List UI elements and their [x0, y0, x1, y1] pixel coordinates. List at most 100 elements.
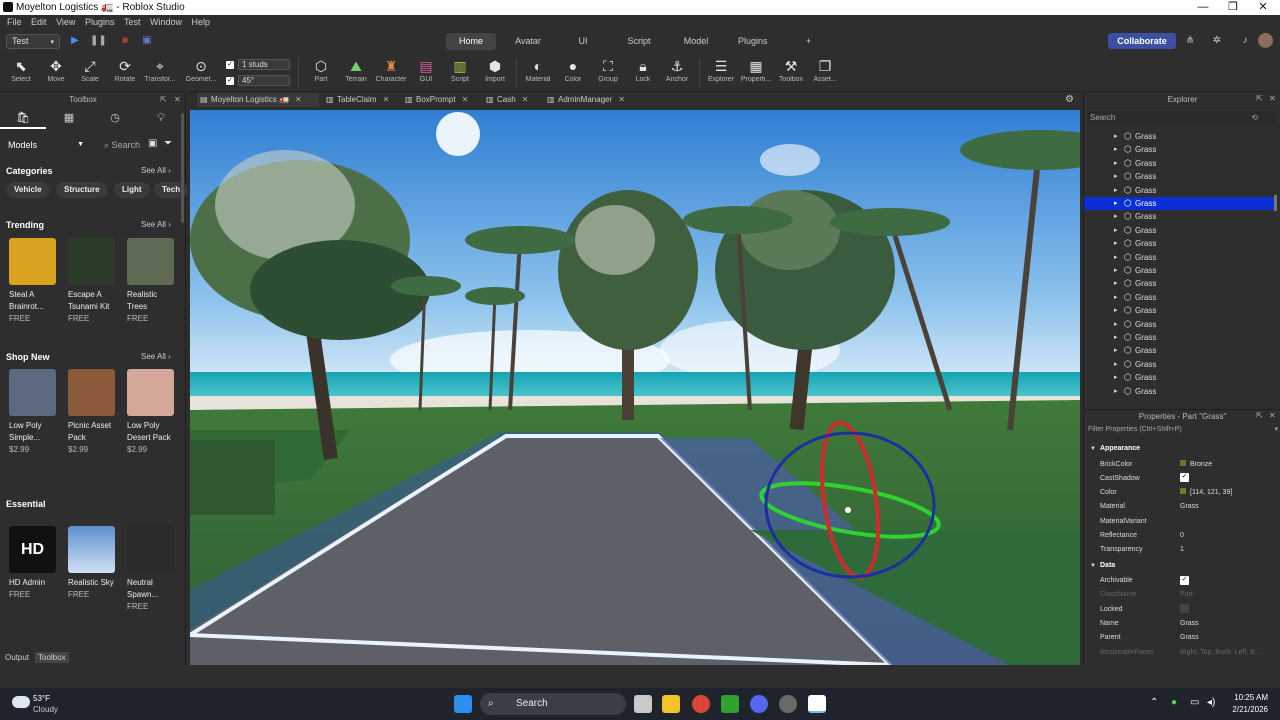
- property-row[interactable]: Parent Grass: [1084, 631, 1274, 645]
- weather-temp[interactable]: 53°F: [33, 694, 50, 703]
- viewport-settings-icon[interactable]: ⚙: [1065, 94, 1074, 105]
- asset-card[interactable]: Realistic Sky FREE: [68, 526, 120, 600]
- popout-icon[interactable]: ⇱: [1256, 94, 1263, 103]
- explorer-tool[interactable]: ☰ Explorer: [704, 56, 738, 90]
- group-tool[interactable]: ⛶ Group: [591, 56, 625, 90]
- inventory-tab-icon[interactable]: ▦: [46, 107, 92, 129]
- menu-file[interactable]: File: [7, 15, 22, 29]
- 3d-viewport[interactable]: [190, 110, 1080, 665]
- property-row[interactable]: Transparency 1: [1084, 543, 1274, 557]
- part-tool[interactable]: ⬡ Part: [304, 56, 338, 90]
- stop-icon[interactable]: ■: [118, 33, 132, 48]
- transform-tool[interactable]: ⌖ Transfor...: [143, 56, 177, 90]
- explorer-item[interactable]: ▸ ⬡ Grass: [1084, 371, 1274, 384]
- assistant-icon[interactable]: ✲: [1210, 33, 1224, 48]
- asset-card[interactable]: Low Poly Desert Pack $2.99: [127, 369, 179, 455]
- discord-icon[interactable]: [750, 695, 768, 713]
- chip-structure[interactable]: Structure: [56, 182, 108, 198]
- chevron-right-icon[interactable]: ▸: [1114, 385, 1118, 398]
- menu-window[interactable]: Window: [150, 15, 182, 29]
- history-icon[interactable]: ⟲: [1251, 111, 1258, 125]
- character-tool[interactable]: ♜ Character: [374, 56, 408, 90]
- chrome-icon[interactable]: [692, 695, 710, 713]
- property-row[interactable]: ClassName Part: [1084, 588, 1274, 602]
- close-icon[interactable]: ✕: [383, 95, 390, 104]
- property-checkbox[interactable]: [1180, 604, 1189, 614]
- explorer-item[interactable]: ▸ ⬡ Grass: [1084, 130, 1274, 143]
- tab-ui[interactable]: UI: [568, 33, 598, 50]
- add-tab-button[interactable]: +: [798, 33, 818, 50]
- toolbox-bottom-tab[interactable]: Toolbox: [35, 652, 69, 663]
- play-icon[interactable]: ▶: [68, 33, 82, 48]
- close-icon[interactable]: ✕: [522, 95, 529, 104]
- chip-vehicle[interactable]: Vehicle: [6, 182, 50, 198]
- asset-card[interactable]: Escape A Tsunami Kit FREE: [68, 238, 120, 324]
- doc-tab-cash[interactable]: ▥ Cash ✕: [483, 93, 528, 107]
- explorer-item[interactable]: ▸ ⬡ Grass: [1084, 237, 1274, 250]
- chevron-right-icon[interactable]: ▸: [1114, 318, 1118, 331]
- scale-tool[interactable]: ⤢ Scale: [73, 56, 107, 90]
- rotate-snap-checkbox[interactable]: ✓: [226, 76, 234, 85]
- close-icon[interactable]: ✕: [1269, 411, 1276, 420]
- creations-tab-icon[interactable]: 💡︎: [138, 107, 184, 129]
- output-tab[interactable]: Output: [5, 653, 29, 662]
- asset-card[interactable]: HD HD Admin FREE: [9, 526, 61, 600]
- chevron-right-icon[interactable]: ▸: [1114, 170, 1118, 183]
- explorer-item[interactable]: ▸ ⬡ Grass: [1084, 358, 1274, 371]
- toolbox-search[interactable]: ⌕ Search: [104, 138, 148, 152]
- property-checkbox[interactable]: ✓: [1180, 473, 1189, 483]
- clock-time[interactable]: 10:25 AM: [1230, 693, 1268, 702]
- move-tool[interactable]: ✥ Move: [39, 56, 73, 90]
- property-row[interactable]: BrickColor Bronze: [1084, 458, 1274, 472]
- taskbar-search[interactable]: ⌕ Search: [480, 693, 626, 715]
- property-row[interactable]: ResizeableFaces Right, Top, Back, Left, B…: [1084, 646, 1274, 660]
- menu-help[interactable]: Help: [192, 15, 211, 29]
- doc-tab-place[interactable]: ▤ Moyelton Logistics 🚛 ✕: [197, 93, 319, 107]
- property-row[interactable]: MaterialVariant: [1084, 515, 1274, 529]
- chevron-right-icon[interactable]: ▸: [1114, 210, 1118, 223]
- chevron-right-icon[interactable]: ▸: [1114, 264, 1118, 277]
- screen-icon[interactable]: ▣: [140, 33, 154, 48]
- close-icon[interactable]: ✕: [462, 95, 469, 104]
- explorer-item[interactable]: ▸ ⬡ Grass: [1084, 318, 1274, 331]
- chevron-right-icon[interactable]: ▸: [1114, 277, 1118, 290]
- chevron-right-icon[interactable]: ▸: [1114, 344, 1118, 357]
- roblox-studio-icon[interactable]: [808, 695, 826, 713]
- clock-date[interactable]: 2/21/2026: [1230, 705, 1268, 714]
- import-tool[interactable]: ⬢ Import: [478, 56, 512, 90]
- doc-tab-boxprompt[interactable]: ▥ BoxPrompt ✕: [402, 93, 468, 107]
- chevron-right-icon[interactable]: ▸: [1114, 143, 1118, 156]
- category-select[interactable]: Models ▼: [8, 138, 84, 152]
- asset-card[interactable]: Low Poly Simple... $2.99: [9, 369, 61, 455]
- tab-script[interactable]: Script: [618, 33, 660, 50]
- explorer-item[interactable]: ▸ ⬡ Grass: [1084, 210, 1274, 223]
- explorer-scrollbar[interactable]: [1274, 195, 1277, 211]
- microphone-icon[interactable]: ●: [1171, 697, 1177, 708]
- trending-see-all[interactable]: See All ›: [141, 220, 171, 229]
- property-row[interactable]: CastShadow ✓: [1084, 472, 1274, 486]
- explorer-item[interactable]: ▸ ⬡ Grass: [1084, 184, 1274, 197]
- chevron-right-icon[interactable]: ▸: [1114, 184, 1118, 197]
- close-icon[interactable]: ✕: [1269, 94, 1276, 103]
- shop-see-all[interactable]: See All ›: [141, 352, 171, 361]
- minecraft-icon[interactable]: [721, 695, 739, 713]
- chevron-right-icon[interactable]: ▸: [1114, 304, 1118, 317]
- image-search-icon[interactable]: ▣: [148, 138, 157, 149]
- chevron-right-icon[interactable]: ▸: [1114, 291, 1118, 304]
- explorer-item[interactable]: ▸ ⬡ Grass: [1084, 331, 1274, 344]
- gui-tool[interactable]: ▤ GUI: [409, 56, 443, 90]
- property-row[interactable]: Archivable ✓: [1084, 574, 1274, 588]
- popout-icon[interactable]: ⇱: [160, 93, 167, 107]
- file-explorer-icon[interactable]: [662, 695, 680, 713]
- doc-tab-tableclaim[interactable]: ▥ TableClaim ✕: [323, 93, 389, 107]
- asset-manager-tool[interactable]: ❐ Asset...: [808, 56, 842, 90]
- property-row[interactable]: Material Grass: [1084, 500, 1274, 514]
- chevron-right-icon[interactable]: ▸: [1114, 197, 1118, 210]
- chevron-right-icon[interactable]: ▸: [1114, 130, 1118, 143]
- chevron-right-icon[interactable]: ▸: [1114, 224, 1118, 237]
- maximize-button[interactable]: ❐: [1218, 0, 1248, 15]
- close-icon[interactable]: ✕: [295, 95, 302, 104]
- close-icon[interactable]: ✕: [174, 93, 181, 107]
- windows-start-icon[interactable]: [454, 695, 472, 713]
- explorer-item[interactable]: ▸ ⬡ Grass: [1084, 291, 1274, 304]
